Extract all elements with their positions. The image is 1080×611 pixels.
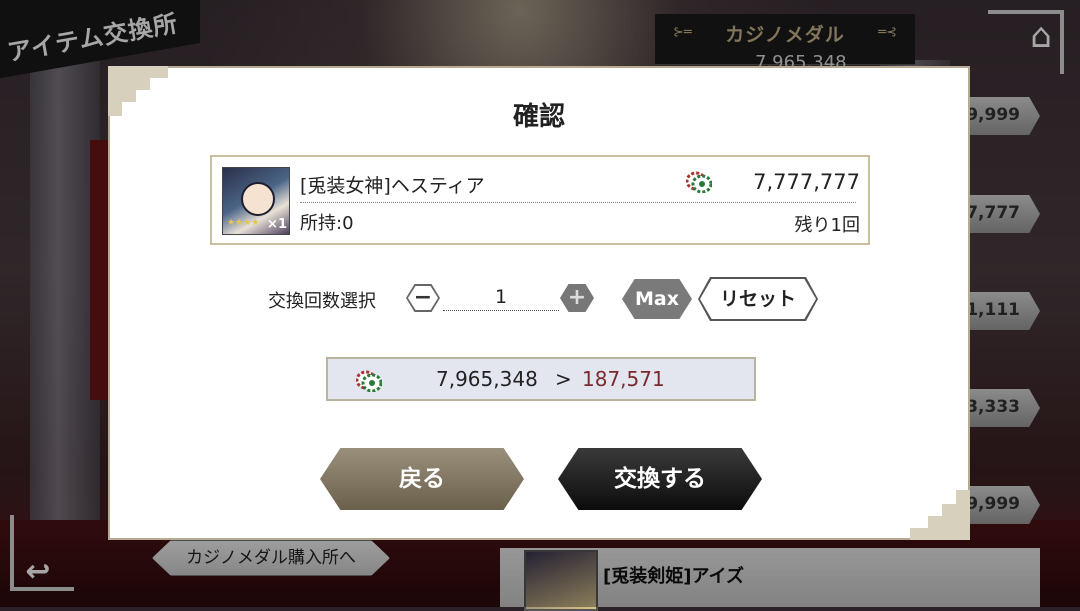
item-quantity-badge: ×1 [267,217,287,232]
dialog-title: 確認 [512,102,565,132]
increment-button[interactable]: + [560,284,594,312]
max-button[interactable]: Max [622,279,692,319]
casino-chip-icon [356,370,382,392]
exchange-button[interactable]: 交換する [558,448,762,510]
balance-arrow: > [555,367,572,391]
rarity-stars: ★★★★ [227,218,260,228]
balance-current: 7,965,348 [436,367,538,391]
item-thumbnail: ★★★★ ×1 [222,167,290,235]
item-name: [兎装女神]ヘスティア [300,175,485,197]
character-portrait [241,182,275,216]
reset-button[interactable]: リセット [700,279,816,319]
balance-after: 187,571 [582,367,665,391]
item-cost: 7,777,777 [753,170,860,194]
item-card: ★★★★ ×1 [兎装女神]ヘスティア 7,777,777 所持:0 残り1回 [210,155,870,245]
back-button[interactable]: 戻る [320,448,524,510]
exchange-count-label: 交換回数選択 [268,291,376,312]
balance-preview: 7,965,348 > 187,571 [326,357,756,401]
remaining-count: 残り1回 [794,215,860,236]
owned-count: 所持:0 [300,213,354,234]
casino-chip-icon [686,171,712,193]
divider [300,202,856,203]
confirm-dialog: 確認 ★★★★ ×1 [兎装女神]ヘスティア 7,777,777 所持:0 残り… [108,66,970,540]
corner-decoration [910,480,970,540]
exchange-count-value[interactable]: 1 [443,286,559,311]
